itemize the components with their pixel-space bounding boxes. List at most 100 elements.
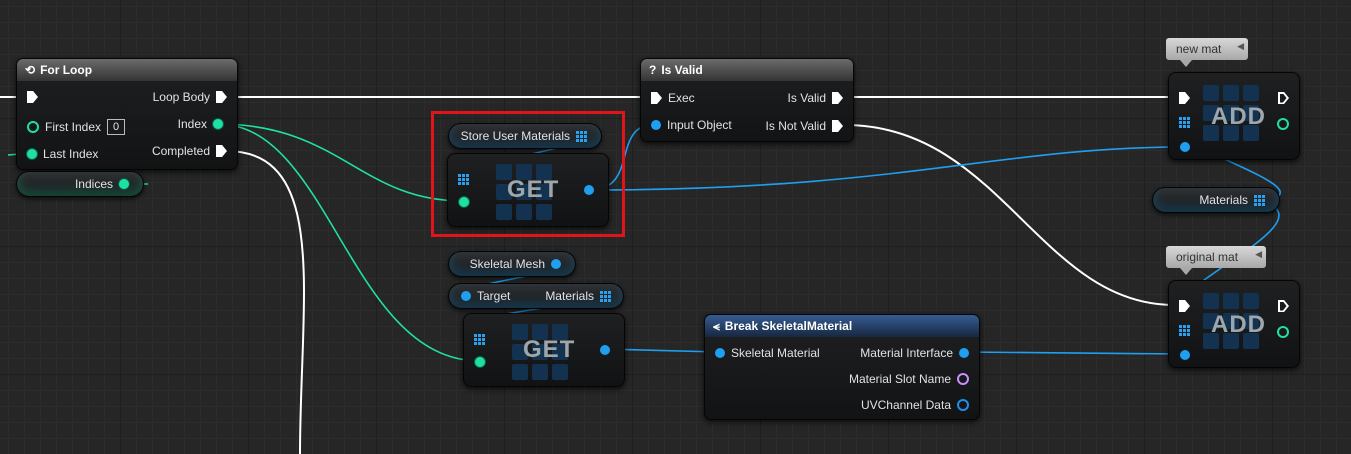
completed-label: Completed: [151, 144, 210, 158]
input-object-pin[interactable]: Input Object: [651, 118, 732, 132]
skeletal-material-label: Skeletal Material: [731, 346, 820, 360]
indices-variable-node[interactable]: Indices: [16, 171, 144, 197]
break-struct-icon: ⪪: [713, 318, 720, 333]
target-array-pin[interactable]: [1179, 117, 1190, 128]
materials-variable-node[interactable]: Materials: [1152, 187, 1280, 213]
new-item-pin[interactable]: [1180, 350, 1190, 360]
is-valid-header: ? Is Valid: [641, 59, 853, 81]
index-pin[interactable]: Index: [178, 117, 223, 131]
array-pin-icon: [1254, 194, 1265, 206]
is-valid-out-pin[interactable]: Is Valid: [788, 91, 843, 105]
material-interface-pin[interactable]: Material Interface: [860, 346, 969, 360]
item-out-pin[interactable]: [584, 185, 594, 195]
exec-out-icon: [832, 120, 843, 132]
exec-in-pin[interactable]: [1179, 92, 1190, 104]
array-in-pin[interactable]: [458, 174, 469, 185]
int-pin-icon: [213, 119, 223, 129]
uv-channel-data-pin[interactable]: UVChannel Data: [861, 398, 969, 412]
comment-new-mat[interactable]: new mat ◀: [1166, 38, 1248, 67]
forloop-exec-in-pin[interactable]: [27, 91, 38, 103]
is-valid-title: Is Valid: [661, 63, 703, 77]
materials-out-label: Materials: [545, 289, 594, 303]
break-title: Break SkeletalMaterial: [724, 319, 853, 333]
comment-text: original mat: [1176, 250, 1239, 264]
is-not-valid-pin[interactable]: Is Not Valid: [766, 119, 843, 133]
get-materials-node[interactable]: Target Materials: [448, 283, 624, 309]
int-pin-icon: [27, 121, 39, 133]
comment-text: new mat: [1176, 42, 1222, 56]
obj-wire-get1-to-add1: [589, 146, 1185, 191]
last-index-label: Last Index: [43, 147, 99, 161]
first-index-value[interactable]: 0: [107, 119, 126, 135]
get-label: GET: [523, 336, 576, 363]
exec-label: Exec: [668, 91, 695, 105]
store-user-materials-label: Store User Materials: [460, 129, 570, 143]
exec-wire-notvalid-to-add2: [844, 124, 1175, 306]
item-out-pin[interactable]: [600, 345, 610, 355]
exec-out-pin[interactable]: [1278, 92, 1289, 104]
int-pin-icon: [27, 149, 37, 159]
skeletal-material-in-pin[interactable]: Skeletal Material: [715, 346, 820, 360]
store-user-materials-node[interactable]: Store User Materials: [448, 123, 602, 149]
name-pin-icon: [957, 373, 969, 385]
exec-wire-completed: [225, 150, 305, 454]
get-node-1[interactable]: GET: [447, 153, 609, 227]
exec-out-pin[interactable]: [1278, 300, 1289, 312]
exec-out-icon: [216, 145, 227, 157]
is-not-valid-label: Is Not Valid: [765, 119, 826, 133]
int-wire-index-to-get2: [217, 123, 481, 362]
uv-channel-data-label: UVChannel Data: [860, 398, 951, 412]
index-label: Index: [177, 117, 207, 131]
add-label: ADD: [1211, 103, 1266, 130]
object-pin-icon: [959, 348, 969, 358]
exec-in-icon: [651, 92, 662, 104]
loop-body-pin[interactable]: Loop Body: [153, 90, 227, 104]
get-node-2[interactable]: GET: [463, 313, 625, 387]
object-pin-icon: [651, 120, 661, 130]
add-node-1[interactable]: ADD: [1168, 72, 1300, 160]
completed-pin[interactable]: Completed: [152, 144, 227, 158]
input-object-label: Input Object: [667, 118, 732, 132]
exec-in-pin[interactable]: [1179, 300, 1190, 312]
first-index-pin[interactable]: First Index 0: [27, 119, 126, 135]
material-slot-name-pin[interactable]: Material Slot Name: [849, 372, 969, 386]
exec-out-icon: [216, 91, 227, 103]
isvalid-exec-pin[interactable]: Exec: [651, 91, 695, 105]
index-in-pin[interactable]: [459, 197, 469, 207]
index-out-pin[interactable]: [1277, 118, 1289, 130]
material-slot-name-label: Material Slot Name: [848, 372, 951, 386]
for-loop-node[interactable]: ⟲ For Loop Loop Body First Index 0 Index…: [16, 58, 238, 170]
indices-label: Indices: [74, 177, 113, 191]
pin-comment-icon[interactable]: ◀: [1237, 41, 1244, 52]
int-pin-icon: [119, 179, 129, 189]
target-label: Target: [477, 289, 511, 303]
for-loop-title: For Loop: [40, 63, 93, 77]
comment-original-mat[interactable]: original mat ◀: [1166, 246, 1266, 275]
last-index-pin[interactable]: Last Index: [27, 147, 98, 161]
question-icon: ?: [649, 63, 657, 77]
pin-comment-icon[interactable]: ◀: [1255, 249, 1262, 260]
obj-wire-matinterface-to-add2: [961, 351, 1185, 355]
array-pin-icon[interactable]: [600, 290, 611, 302]
loop-body-label: Loop Body: [152, 90, 210, 104]
is-valid-out-label: Is Valid: [787, 91, 826, 105]
index-in-pin[interactable]: [475, 357, 485, 367]
get-label: GET: [507, 176, 560, 203]
skeletal-mesh-label: Skeletal Mesh: [469, 257, 545, 271]
struct-pin-icon: [715, 348, 725, 358]
target-array-pin[interactable]: [1179, 325, 1190, 336]
exec-in-icon: [27, 91, 38, 103]
exec-out-icon: [832, 92, 843, 104]
target-pin-icon[interactable]: [461, 291, 471, 301]
new-item-pin[interactable]: [1180, 142, 1190, 152]
index-out-pin[interactable]: [1277, 326, 1289, 338]
is-valid-node[interactable]: ? Is Valid Exec Is Valid Input Object Is…: [640, 58, 854, 142]
break-skeletal-material-node[interactable]: ⪪ Break SkeletalMaterial Skeletal Materi…: [704, 314, 980, 420]
add-label: ADD: [1211, 311, 1266, 338]
array-in-pin[interactable]: [474, 334, 485, 345]
int-wire-index-to-get1: [217, 123, 464, 202]
skeletal-mesh-variable-node[interactable]: Skeletal Mesh: [448, 251, 576, 277]
add-node-2[interactable]: ADD: [1168, 280, 1300, 368]
array-pin-icon: [576, 130, 587, 142]
for-loop-header: ⟲ For Loop: [17, 59, 237, 81]
